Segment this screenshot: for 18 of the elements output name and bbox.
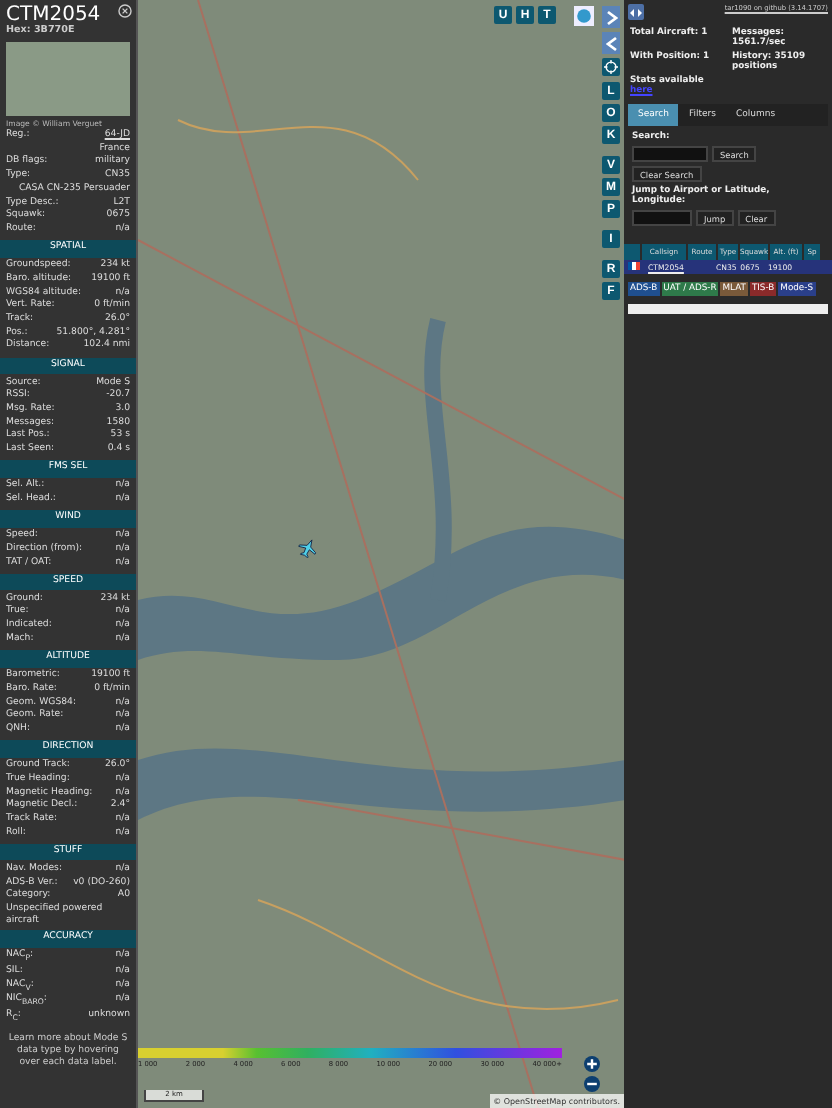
aircraft-icon[interactable] xyxy=(298,538,318,558)
collapse-button[interactable] xyxy=(602,32,620,54)
center-button[interactable] xyxy=(602,58,620,76)
zoom-in-icon[interactable] xyxy=(584,1056,600,1072)
aircraft-callsign: CTM2054 xyxy=(6,4,101,26)
photo-placeholder xyxy=(6,42,130,116)
arrows-icon xyxy=(630,7,642,17)
scrollbar[interactable] xyxy=(628,304,828,314)
expand-button[interactable] xyxy=(602,6,620,28)
crosshair-icon xyxy=(604,60,618,74)
jump-field[interactable] xyxy=(632,210,692,226)
close-icon[interactable] xyxy=(118,4,132,18)
zoom-out-icon[interactable] xyxy=(584,1076,600,1092)
chevron-right-icon xyxy=(605,9,617,25)
search-field[interactable] xyxy=(632,146,708,162)
flag-icon xyxy=(628,262,640,270)
chevron-left-icon xyxy=(605,35,617,51)
expand-button[interactable] xyxy=(628,4,644,20)
